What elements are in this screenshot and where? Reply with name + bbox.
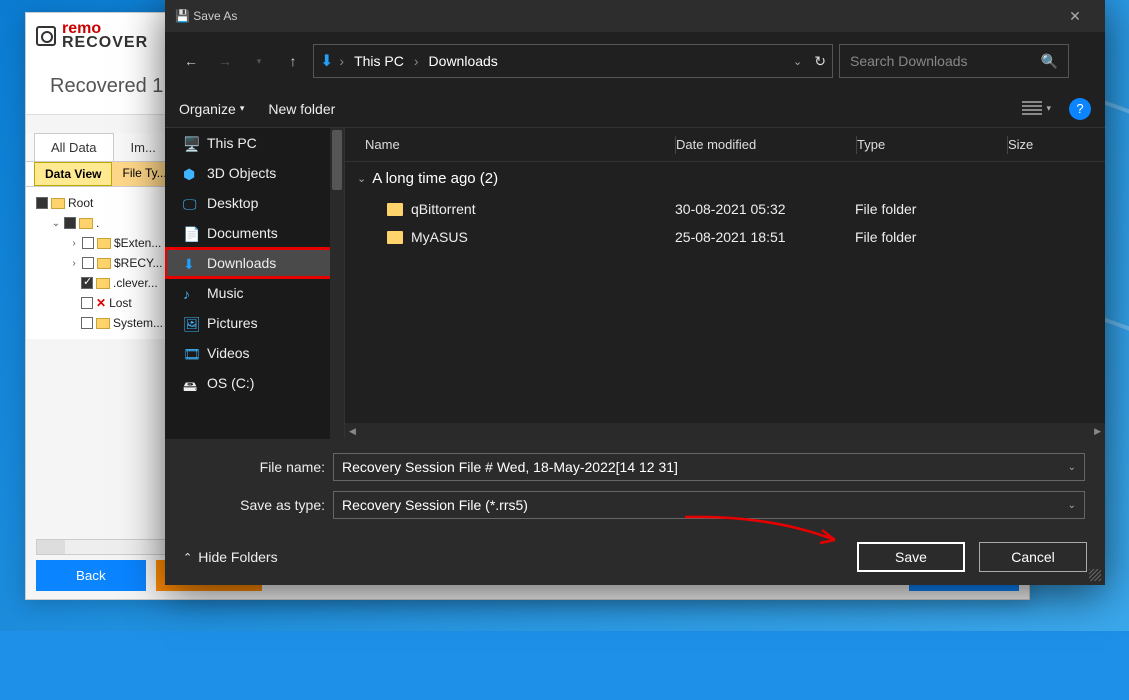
new-folder-button[interactable]: New folder xyxy=(268,101,335,117)
col-date-header[interactable]: Date modified xyxy=(676,137,856,152)
dialog-button-bar: ⌃Hide Folders Save Cancel xyxy=(165,529,1105,585)
list-view-icon xyxy=(1022,101,1042,117)
logo-text-bottom: RECOVER xyxy=(62,36,148,50)
nav-back-button[interactable]: ← xyxy=(177,47,205,75)
file-type: File folder xyxy=(855,201,1005,217)
crumb-this-pc[interactable]: This PC xyxy=(350,53,408,69)
tree-documents[interactable]: 📄Documents xyxy=(165,218,344,248)
pc-icon: 🖥️ xyxy=(183,136,199,150)
download-icon: ⬇ xyxy=(183,256,199,270)
view-options-button[interactable]: ▾ xyxy=(1022,101,1051,117)
resize-grip[interactable] xyxy=(1089,569,1101,581)
hide-folders-toggle[interactable]: ⌃Hide Folders xyxy=(183,549,278,565)
chevron-down-icon[interactable]: ⌄ xyxy=(1068,500,1076,511)
folder-icon xyxy=(387,231,403,244)
tree-extend-label: $Exten... xyxy=(114,236,161,250)
address-bar[interactable]: ⬇ › This PC › Downloads ⌄ ↻ xyxy=(313,44,833,78)
tree-3d-objects[interactable]: ⬢3D Objects xyxy=(165,158,344,188)
cube-icon: ⬢ xyxy=(183,166,199,180)
folder-tree-pane: 🖥️This PC ⬢3D Objects 🖵Desktop 📄Document… xyxy=(165,128,345,439)
desktop-icon: 🖵 xyxy=(183,196,199,210)
chevron-down-icon: ⌄ xyxy=(357,172,366,185)
tree-music[interactable]: ♪Music xyxy=(165,278,344,308)
nav-forward-button[interactable]: → xyxy=(211,47,239,75)
app-logo: remo RECOVER xyxy=(36,22,148,51)
chevron-down-icon: ▾ xyxy=(240,103,245,114)
chevron-right-icon: › xyxy=(339,53,344,69)
close-button[interactable]: ✕ xyxy=(1055,0,1095,32)
filename-input[interactable]: Recovery Session File # Wed, 18-May-2022… xyxy=(333,453,1085,481)
file-name: qBittorrent xyxy=(411,201,476,217)
search-placeholder: Search Downloads xyxy=(850,53,968,69)
chevron-down-icon[interactable]: ⌄ xyxy=(1068,462,1076,473)
filetype-select[interactable]: Recovery Session File (*.rrs5)⌄ xyxy=(333,491,1085,519)
crumb-downloads[interactable]: Downloads xyxy=(425,53,502,69)
list-item[interactable]: MyASUS 25-08-2021 18:51 File folder xyxy=(345,223,1105,251)
file-list-pane: Name Date modified Type Size ⌄A long tim… xyxy=(345,128,1105,439)
chevron-right-icon: › xyxy=(414,53,419,69)
list-item[interactable]: qBittorrent 30-08-2021 05:32 File folder xyxy=(345,195,1105,223)
search-input[interactable]: Search Downloads 🔍 xyxy=(839,44,1069,78)
tree-pictures[interactable]: 🖼Pictures xyxy=(165,308,344,338)
dialog-title: Save As xyxy=(193,9,237,23)
help-button[interactable]: ? xyxy=(1069,98,1091,120)
document-icon: 📄 xyxy=(183,226,199,240)
disk-icon: 🖴 xyxy=(183,376,199,390)
folder-icon xyxy=(387,203,403,216)
tab-all-data[interactable]: All Data xyxy=(34,133,114,161)
tree-system-label: System... xyxy=(113,316,163,330)
tree-downloads[interactable]: ⬇Downloads xyxy=(165,248,344,278)
col-type-header[interactable]: Type xyxy=(857,137,1007,152)
toolbar: Organize ▾ New folder ▾ ? xyxy=(165,90,1105,128)
dialog-titlebar: 💾 Save As ✕ xyxy=(165,0,1105,32)
cancel-button[interactable]: Cancel xyxy=(979,542,1087,572)
video-icon: 🎞 xyxy=(183,346,199,360)
lost-x-icon: ✕ xyxy=(96,296,106,310)
col-size-header[interactable]: Size xyxy=(1008,137,1068,152)
tree-videos[interactable]: 🎞Videos xyxy=(165,338,344,368)
tree-lost-label: Lost xyxy=(109,296,132,310)
tree-recycle-label: $RECY... xyxy=(114,256,162,270)
file-fields: File name: Recovery Session File # Wed, … xyxy=(165,439,1105,529)
tree-clever-label: .clever... xyxy=(113,276,158,290)
tree-scrollbar[interactable] xyxy=(330,128,344,439)
chevron-up-icon: ⌃ xyxy=(183,551,192,564)
tab-data-view[interactable]: Data View xyxy=(34,162,112,186)
disk-icon: 💾 xyxy=(175,9,190,23)
tree-this-pc[interactable]: 🖥️This PC xyxy=(165,128,344,158)
nav-bar: ← → ▾ ↑ ⬇ › This PC › Downloads ⌄ ↻ Sear… xyxy=(165,32,1105,90)
search-icon: 🔍 xyxy=(1041,53,1058,70)
tab-images[interactable]: Im... xyxy=(114,133,173,161)
chevron-down-icon[interactable]: ⌄ xyxy=(793,55,802,68)
col-name-header[interactable]: Name xyxy=(345,137,675,152)
logo-icon xyxy=(36,26,56,46)
nav-recent-dropdown[interactable]: ▾ xyxy=(245,47,273,75)
file-date: 25-08-2021 18:51 xyxy=(675,229,855,245)
filetype-label: Save as type: xyxy=(185,497,325,513)
group-heading[interactable]: ⌄A long time ago (2) xyxy=(345,162,1105,195)
tree-os-drive[interactable]: 🖴OS (C:) xyxy=(165,368,344,398)
nav-up-button[interactable]: ↑ xyxy=(279,47,307,75)
save-button[interactable]: Save xyxy=(857,542,965,572)
chevron-down-icon: ▾ xyxy=(1046,103,1051,114)
filename-label: File name: xyxy=(185,459,325,475)
music-icon: ♪ xyxy=(183,286,199,300)
tree-root-label: Root xyxy=(68,196,93,210)
back-button[interactable]: Back xyxy=(36,560,146,591)
column-headers: Name Date modified Type Size xyxy=(345,128,1105,162)
file-date: 30-08-2021 05:32 xyxy=(675,201,855,217)
refresh-button[interactable]: ↻ xyxy=(814,53,826,70)
file-name: MyASUS xyxy=(411,229,468,245)
list-scrollbar-horizontal[interactable] xyxy=(345,423,1105,439)
tree-desktop[interactable]: 🖵Desktop xyxy=(165,188,344,218)
organize-menu[interactable]: Organize ▾ xyxy=(179,101,244,117)
tree-dot-label: . xyxy=(96,216,99,230)
picture-icon: 🖼 xyxy=(183,316,199,330)
file-type: File folder xyxy=(855,229,1005,245)
save-as-dialog: 💾 Save As ✕ ← → ▾ ↑ ⬇ › This PC › Downlo… xyxy=(165,0,1105,585)
download-arrow-icon: ⬇ xyxy=(320,51,333,71)
